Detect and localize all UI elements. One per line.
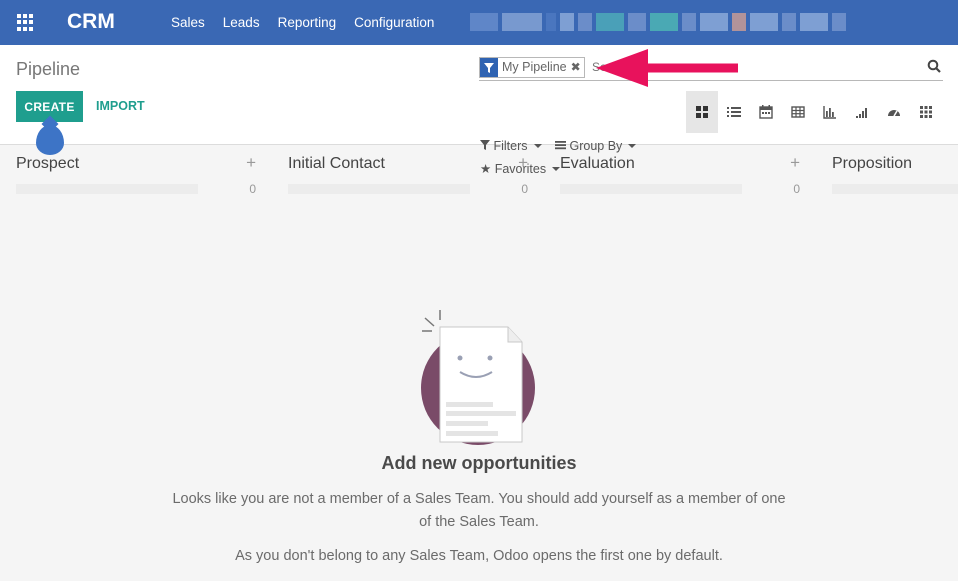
menu-item-leads[interactable]: Leads <box>223 15 260 30</box>
column-progress-bar <box>288 184 470 194</box>
filters-dropdown[interactable]: Filters <box>480 139 542 153</box>
column-title[interactable]: Prospect <box>16 155 79 173</box>
empty-state-title: Add new opportunities <box>381 453 577 473</box>
kanban-view-button[interactable] <box>686 91 718 133</box>
calendar-icon <box>759 105 773 119</box>
quick-create-icon[interactable]: + <box>518 153 528 173</box>
search-facet: My Pipeline ✖ <box>479 57 585 78</box>
empty-state-note: As you don't belong to any Sales Team, O… <box>235 548 723 564</box>
annotation-arrow-icon <box>596 49 738 87</box>
column-title[interactable]: Evaluation <box>560 155 635 173</box>
search-icon[interactable] <box>927 59 941 73</box>
kanban-column: Evaluation + 0 <box>560 153 800 197</box>
blurred-systray <box>470 13 850 31</box>
breadcrumb: Pipeline <box>16 59 81 79</box>
kanban-icon <box>696 106 708 118</box>
apps-menu-icon[interactable] <box>17 14 34 31</box>
list-view-button[interactable] <box>718 91 750 133</box>
control-panel: Pipeline CREATE IMPORT My Pipeline ✖ Fil… <box>0 45 958 176</box>
import-button[interactable]: IMPORT <box>96 99 145 113</box>
pivot-icon <box>791 106 805 118</box>
column-count: 0 <box>521 182 528 196</box>
grid-view-button[interactable] <box>910 91 942 133</box>
group-by-dropdown[interactable]: Group By <box>555 139 637 153</box>
dashboard-icon <box>888 110 900 117</box>
empty-state-text: Looks like you are not a member of a Sal… <box>172 491 786 530</box>
menu-item-configuration[interactable]: Configuration <box>354 15 434 30</box>
column-progress-bar <box>832 184 958 194</box>
group-by-label: Group By <box>569 139 623 153</box>
list-icon <box>727 107 741 117</box>
grid-icon <box>920 106 932 118</box>
kanban-column: Initial Contact + 0 <box>288 153 528 197</box>
list-bars-icon <box>555 141 566 150</box>
column-title[interactable]: Initial Contact <box>288 155 385 173</box>
view-switcher <box>686 91 942 133</box>
menu-item-sales[interactable]: Sales <box>171 15 205 30</box>
column-progress-bar <box>16 184 198 194</box>
pivot-view-button[interactable] <box>782 91 814 133</box>
quick-create-icon[interactable]: + <box>790 153 800 173</box>
app-name: CRM <box>67 10 115 33</box>
main-menu: Sales Leads Reporting Configuration <box>171 15 452 30</box>
kanban-column: Prospect + 0 <box>16 153 256 197</box>
quick-create-icon[interactable]: + <box>246 153 256 173</box>
filters-label: Filters <box>493 139 528 153</box>
facet-remove-icon[interactable]: ✖ <box>571 58 584 77</box>
dashboard-view-button[interactable] <box>878 91 910 133</box>
calendar-view-button[interactable] <box>750 91 782 133</box>
column-progress-bar <box>560 184 742 194</box>
empty-document-illustration-icon <box>421 310 535 445</box>
filter-icon <box>480 58 498 77</box>
cohort-icon <box>856 108 867 118</box>
graph-icon <box>823 106 836 119</box>
graph-view-button[interactable] <box>814 91 846 133</box>
menu-item-reporting[interactable]: Reporting <box>278 15 337 30</box>
kanban-column: Proposition <box>832 155 958 197</box>
column-title[interactable]: Proposition <box>832 155 912 173</box>
column-count: 0 <box>793 182 800 196</box>
filter-icon <box>480 140 490 150</box>
cohort-view-button[interactable] <box>846 91 878 133</box>
click-marker-icon <box>36 125 64 155</box>
top-navbar: CRM Sales Leads Reporting Configuration <box>0 0 958 45</box>
column-count: 0 <box>249 182 256 196</box>
facet-label: My Pipeline <box>502 60 567 74</box>
